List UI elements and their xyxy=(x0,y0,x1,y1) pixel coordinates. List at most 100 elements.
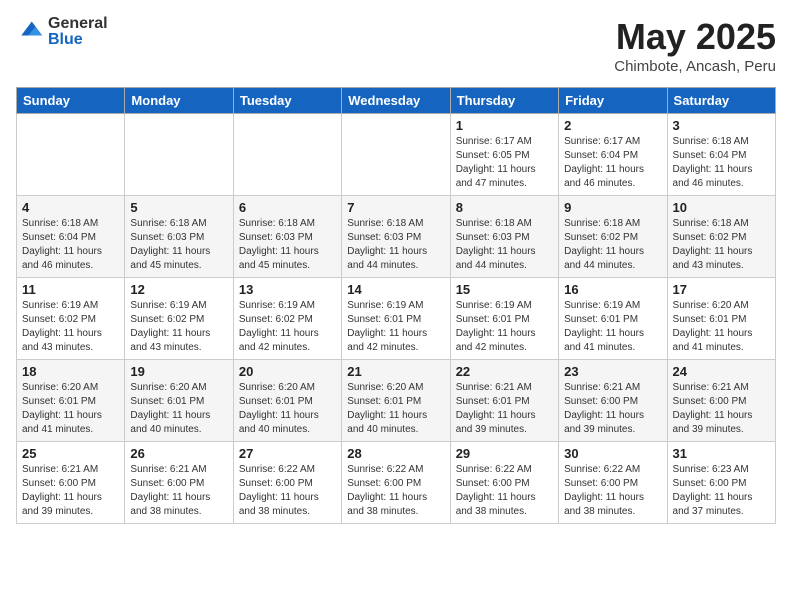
calendar-cell: 18 Sunrise: 6:20 AM Sunset: 6:01 PM Dayli… xyxy=(17,360,125,442)
day-info: Sunrise: 6:17 AM Sunset: 6:04 PM Dayligh… xyxy=(564,135,661,191)
logo-text: General Blue xyxy=(48,16,108,48)
title-block: May 2025 Chimbote, Ancash, Peru xyxy=(614,16,776,75)
calendar-cell: 1 Sunrise: 6:17 AM Sunset: 6:05 PM Daylig… xyxy=(450,114,558,196)
calendar-cell: 14Sunrise: 6:19 AM Sunset: 6:01 PM Dayli… xyxy=(342,278,450,360)
day-number: 27 xyxy=(239,446,336,461)
day-info: Sunrise: 6:20 AM Sunset: 6:01 PM Dayligh… xyxy=(347,381,444,437)
day-info: Sunrise: 6:21 AM Sunset: 6:00 PM Dayligh… xyxy=(22,463,119,519)
calendar-cell: 8Sunrise: 6:18 AM Sunset: 6:03 PM Daylig… xyxy=(450,196,558,278)
month-title: May 2025 xyxy=(614,16,776,58)
day-header-monday: Monday xyxy=(125,88,233,114)
day-info: Sunrise: 6:18 AM Sunset: 6:03 PM Dayligh… xyxy=(239,217,336,273)
week-row-1: 1 Sunrise: 6:17 AM Sunset: 6:05 PM Daylig… xyxy=(17,114,776,196)
calendar-cell: 11 Sunrise: 6:19 AM Sunset: 6:02 PM Dayli… xyxy=(17,278,125,360)
calendar-cell: 25 Sunrise: 6:21 AM Sunset: 6:00 PM Dayli… xyxy=(17,442,125,524)
day-number: 12 xyxy=(130,282,227,297)
calendar-cell: 23 Sunrise: 6:21 AM Sunset: 6:00 PM Dayli… xyxy=(559,360,667,442)
day-number: 25 xyxy=(22,446,119,461)
day-info: Sunrise: 6:20 AM Sunset: 6:01 PM Dayligh… xyxy=(130,381,227,437)
day-info: Sunrise: 6:18 AM Sunset: 6:04 PM Dayligh… xyxy=(673,135,770,191)
calendar-cell: 2 Sunrise: 6:17 AM Sunset: 6:04 PM Daylig… xyxy=(559,114,667,196)
day-info: Sunrise: 6:18 AM Sunset: 6:02 PM Dayligh… xyxy=(564,217,661,273)
location-subtitle: Chimbote, Ancash, Peru xyxy=(614,58,776,75)
calendar-cell: 28Sunrise: 6:22 AM Sunset: 6:00 PM Dayli… xyxy=(342,442,450,524)
day-info: Sunrise: 6:17 AM Sunset: 6:05 PM Dayligh… xyxy=(456,135,553,191)
calendar-cell: 27 Sunrise: 6:22 AM Sunset: 6:00 PM Dayli… xyxy=(233,442,341,524)
day-number: 9 xyxy=(564,200,661,215)
page-header: General Blue May 2025 Chimbote, Ancash, … xyxy=(16,16,776,75)
calendar-cell: 9 Sunrise: 6:18 AM Sunset: 6:02 PM Daylig… xyxy=(559,196,667,278)
day-header-wednesday: Wednesday xyxy=(342,88,450,114)
logo-blue-text: Blue xyxy=(48,32,108,48)
day-number: 10 xyxy=(673,200,770,215)
day-number: 20 xyxy=(239,364,336,379)
calendar-cell: 29Sunrise: 6:22 AM Sunset: 6:00 PM Dayli… xyxy=(450,442,558,524)
calendar-cell xyxy=(17,114,125,196)
day-info: Sunrise: 6:19 AM Sunset: 6:01 PM Dayligh… xyxy=(456,299,553,355)
calendar-cell xyxy=(233,114,341,196)
calendar-cell: 30Sunrise: 6:22 AM Sunset: 6:00 PM Dayli… xyxy=(559,442,667,524)
day-info: Sunrise: 6:18 AM Sunset: 6:04 PM Dayligh… xyxy=(22,217,119,273)
day-info: Sunrise: 6:19 AM Sunset: 6:02 PM Dayligh… xyxy=(130,299,227,355)
day-info: Sunrise: 6:23 AM Sunset: 6:00 PM Dayligh… xyxy=(673,463,770,519)
header-row: SundayMondayTuesdayWednesdayThursdayFrid… xyxy=(17,88,776,114)
day-info: Sunrise: 6:22 AM Sunset: 6:00 PM Dayligh… xyxy=(564,463,661,519)
day-info: Sunrise: 6:18 AM Sunset: 6:02 PM Dayligh… xyxy=(673,217,770,273)
calendar-cell: 22 Sunrise: 6:21 AM Sunset: 6:01 PM Dayli… xyxy=(450,360,558,442)
day-info: Sunrise: 6:19 AM Sunset: 6:01 PM Dayligh… xyxy=(347,299,444,355)
day-number: 17 xyxy=(673,282,770,297)
week-row-3: 11 Sunrise: 6:19 AM Sunset: 6:02 PM Dayli… xyxy=(17,278,776,360)
day-number: 16 xyxy=(564,282,661,297)
day-header-saturday: Saturday xyxy=(667,88,775,114)
day-info: Sunrise: 6:21 AM Sunset: 6:01 PM Dayligh… xyxy=(456,381,553,437)
day-info: Sunrise: 6:19 AM Sunset: 6:02 PM Dayligh… xyxy=(239,299,336,355)
day-info: Sunrise: 6:21 AM Sunset: 6:00 PM Dayligh… xyxy=(564,381,661,437)
day-number: 15 xyxy=(456,282,553,297)
calendar-cell: 17Sunrise: 6:20 AM Sunset: 6:01 PM Dayli… xyxy=(667,278,775,360)
logo: General Blue xyxy=(16,16,108,48)
day-info: Sunrise: 6:22 AM Sunset: 6:00 PM Dayligh… xyxy=(239,463,336,519)
calendar-cell: 7 Sunrise: 6:18 AM Sunset: 6:03 PM Daylig… xyxy=(342,196,450,278)
day-number: 8 xyxy=(456,200,553,215)
day-number: 18 xyxy=(22,364,119,379)
day-info: Sunrise: 6:19 AM Sunset: 6:01 PM Dayligh… xyxy=(564,299,661,355)
day-info: Sunrise: 6:21 AM Sunset: 6:00 PM Dayligh… xyxy=(130,463,227,519)
calendar-cell: 21 Sunrise: 6:20 AM Sunset: 6:01 PM Dayli… xyxy=(342,360,450,442)
day-number: 23 xyxy=(564,364,661,379)
day-info: Sunrise: 6:18 AM Sunset: 6:03 PM Dayligh… xyxy=(130,217,227,273)
day-number: 21 xyxy=(347,364,444,379)
day-number: 4 xyxy=(22,200,119,215)
day-number: 19 xyxy=(130,364,227,379)
week-row-2: 4 Sunrise: 6:18 AM Sunset: 6:04 PM Daylig… xyxy=(17,196,776,278)
day-number: 26 xyxy=(130,446,227,461)
day-number: 6 xyxy=(239,200,336,215)
week-row-4: 18 Sunrise: 6:20 AM Sunset: 6:01 PM Dayli… xyxy=(17,360,776,442)
calendar-body: 1 Sunrise: 6:17 AM Sunset: 6:05 PM Daylig… xyxy=(17,114,776,524)
day-number: 7 xyxy=(347,200,444,215)
day-info: Sunrise: 6:21 AM Sunset: 6:00 PM Dayligh… xyxy=(673,381,770,437)
day-number: 22 xyxy=(456,364,553,379)
day-number: 11 xyxy=(22,282,119,297)
calendar-table: SundayMondayTuesdayWednesdayThursdayFrid… xyxy=(16,87,776,524)
logo-icon xyxy=(16,18,44,46)
day-header-sunday: Sunday xyxy=(17,88,125,114)
day-number: 2 xyxy=(564,118,661,133)
calendar-cell: 15 Sunrise: 6:19 AM Sunset: 6:01 PM Dayli… xyxy=(450,278,558,360)
calendar-cell: 20Sunrise: 6:20 AM Sunset: 6:01 PM Dayli… xyxy=(233,360,341,442)
day-number: 1 xyxy=(456,118,553,133)
calendar-header: SundayMondayTuesdayWednesdayThursdayFrid… xyxy=(17,88,776,114)
day-info: Sunrise: 6:18 AM Sunset: 6:03 PM Dayligh… xyxy=(347,217,444,273)
calendar-cell: 6 Sunrise: 6:18 AM Sunset: 6:03 PM Daylig… xyxy=(233,196,341,278)
day-number: 31 xyxy=(673,446,770,461)
day-header-thursday: Thursday xyxy=(450,88,558,114)
calendar-cell: 5Sunrise: 6:18 AM Sunset: 6:03 PM Daylig… xyxy=(125,196,233,278)
week-row-5: 25 Sunrise: 6:21 AM Sunset: 6:00 PM Dayli… xyxy=(17,442,776,524)
calendar-cell: 19 Sunrise: 6:20 AM Sunset: 6:01 PM Dayli… xyxy=(125,360,233,442)
day-info: Sunrise: 6:20 AM Sunset: 6:01 PM Dayligh… xyxy=(22,381,119,437)
day-header-friday: Friday xyxy=(559,88,667,114)
calendar-cell: 4 Sunrise: 6:18 AM Sunset: 6:04 PM Daylig… xyxy=(17,196,125,278)
day-info: Sunrise: 6:19 AM Sunset: 6:02 PM Dayligh… xyxy=(22,299,119,355)
calendar-cell: 12 Sunrise: 6:19 AM Sunset: 6:02 PM Dayli… xyxy=(125,278,233,360)
day-number: 29 xyxy=(456,446,553,461)
day-number: 24 xyxy=(673,364,770,379)
